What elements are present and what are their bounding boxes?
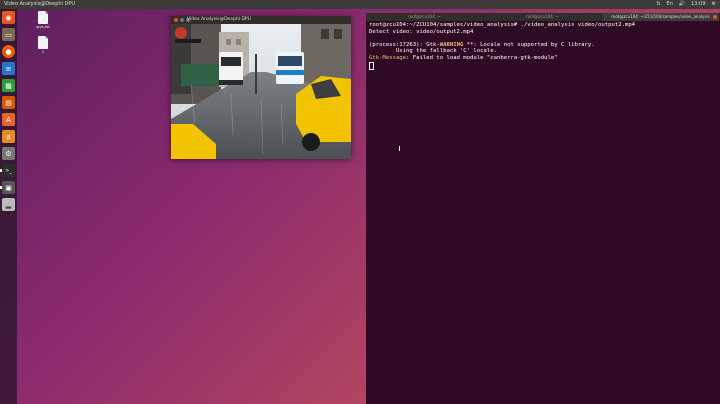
street-scene-image: [171, 24, 351, 159]
writer-icon[interactable]: ≡: [2, 62, 15, 75]
close-icon[interactable]: [713, 15, 717, 19]
settings-icon[interactable]: ⚙: [2, 147, 15, 160]
file-icon: [38, 36, 48, 49]
launcher: ◉ ▭ ● ≡ ▦ ▤ A a ⚙ >_ ▣ ▂: [0, 9, 17, 404]
video-frame: [171, 24, 351, 159]
terminal-line: Using the fallback 'C' locale.: [369, 48, 497, 55]
session-gear-icon[interactable]: ⚙: [712, 0, 716, 9]
software-center-icon[interactable]: A: [2, 113, 15, 126]
terminal-text: **: Locale not supported by C library.: [463, 41, 595, 48]
terminal-cursor: [369, 61, 374, 70]
top-panel: Video Analysis@Deephi DPU ⇅ En 🔊 13:09 ⚙: [0, 0, 720, 9]
desktop-file-1[interactable]: grys.txt: [32, 11, 54, 29]
terminal-tab-3[interactable]: root@zcu104: ~/ZCU104/samples/video_anal…: [602, 13, 720, 21]
terminal-text: (process:17263): Gtk-: [369, 41, 440, 48]
terminal-tab-2[interactable]: root@zcu104: ~: [484, 13, 602, 21]
firefox-icon[interactable]: ●: [2, 45, 15, 58]
drive-icon[interactable]: ▂: [2, 198, 15, 211]
desktop-file-label: grys.txt: [36, 25, 50, 29]
ubuntu-dash-icon[interactable]: ◉: [2, 11, 15, 24]
video-window-titlebar[interactable]: Video Analysis@Deephi DPU: [171, 16, 351, 24]
active-window-title: Video Analysis@Deephi DPU: [4, 1, 76, 7]
indicator-area: ⇅ En 🔊 13:09 ⚙: [656, 0, 716, 9]
video-window-icon[interactable]: ▣: [0, 181, 15, 194]
clock[interactable]: 13:09: [691, 0, 705, 9]
files-icon[interactable]: ▭: [2, 28, 15, 41]
calc-icon[interactable]: ▦: [2, 79, 15, 92]
video-window[interactable]: Video Analysis@Deephi DPU: [171, 16, 351, 159]
sound-icon[interactable]: 🔊: [679, 0, 685, 9]
terminal-tab-1[interactable]: root@zcu104: ~: [366, 13, 484, 21]
terminal-tab-bar: root@zcu104: ~ root@zcu104: ~ root@zcu10…: [366, 13, 720, 21]
network-icon[interactable]: ⇅: [656, 0, 660, 9]
gtk-message-label: Gtk-Message: [369, 54, 407, 61]
terminal-line: Detect video: video/output2.mp4: [369, 28, 474, 35]
terminal-line: Gtk-Message: Failed to load module "canb…: [369, 55, 717, 62]
amazon-icon[interactable]: a: [2, 130, 15, 143]
terminal-window[interactable]: root@zcu104: ~ root@zcu104: ~ root@zcu10…: [366, 13, 720, 404]
mouse-ibeam-cursor: [399, 146, 400, 151]
desktop-file-label: 1: [41, 50, 45, 54]
video-window-title: Video Analysis@Deephi DPU: [187, 17, 251, 22]
terminal-line: [369, 61, 717, 70]
terminal-text: : Failed to load module "canberra-gtk-mo…: [406, 54, 558, 61]
terminal-line: root@zcu104:~/ZCU104/samples/video_analy…: [369, 22, 636, 28]
desktop-file-2[interactable]: 1: [32, 36, 54, 54]
terminal-icon[interactable]: >_: [0, 164, 15, 177]
impress-icon[interactable]: ▤: [2, 96, 15, 109]
file-icon: [38, 11, 48, 24]
terminal-line: (process:17263): Gtk-WARNING **: Locale …: [369, 42, 717, 49]
terminal-output[interactable]: root@zcu104:~/ZCU104/samples/video_analy…: [366, 21, 720, 71]
keyboard-layout-indicator[interactable]: En: [667, 0, 673, 9]
minimize-icon[interactable]: [180, 18, 184, 22]
close-icon[interactable]: [174, 18, 178, 22]
warning-label: WARNING: [439, 41, 464, 48]
